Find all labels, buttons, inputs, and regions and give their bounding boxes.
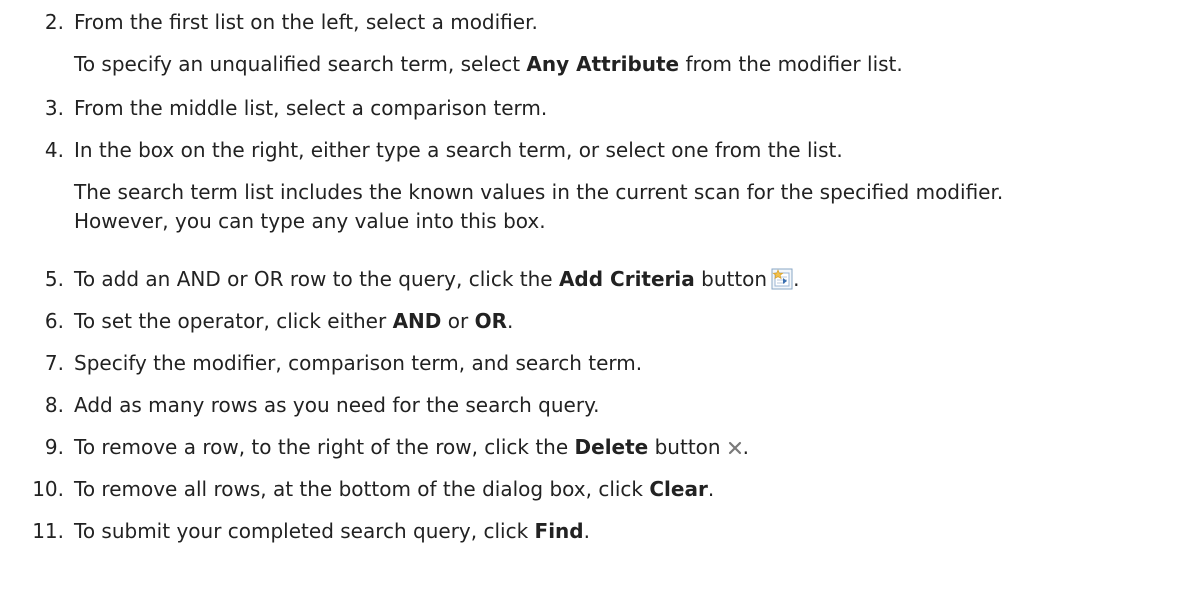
step-text: To add an AND or OR row to the query, cl… [74,265,799,293]
add-criteria-label: Add Criteria [558,267,695,291]
step-number: 3. [44,96,64,120]
step-text: To remove a row, to the right of the row… [74,433,749,461]
step-text-part: . [707,477,715,501]
step-2: 2. From the first list on the left, sele… [0,8,1196,36]
step-10: 10. To remove all rows, at the bottom of… [0,475,1196,503]
step-5: 5. To add an AND or OR row to the query,… [0,265,1196,293]
step-text: From the first list on the left, select … [74,10,538,34]
step-text-part: . [742,435,749,459]
step-text-part: button [648,435,721,459]
step-text-part: To add an AND or OR row to the query, cl… [74,267,559,291]
step-8: 8. Add as many rows as you need for the … [0,391,1196,419]
step-text: To submit your completed search query, c… [74,517,590,545]
step-text-part: button [694,267,768,291]
step-text-part: . [506,309,514,333]
or-label: OR [474,309,507,333]
note-text: from the modifier list. [679,52,903,76]
step-text: From the middle list, select a compariso… [74,96,548,120]
step-number: 2. [44,10,64,34]
step-text-part: . [793,267,800,291]
find-label: Find [534,519,584,543]
step-number: 8. [44,393,64,417]
step-7: 7. Specify the modifier, comparison term… [0,349,1196,377]
delete-x-icon [727,435,743,455]
delete-label: Delete [574,435,649,459]
and-label: AND [392,309,442,333]
step-number: 5. [44,267,64,291]
step-text: Add as many rows as you need for the sea… [74,393,600,417]
note-text: To specify an unqualified search term, s… [74,52,527,76]
step-number: 6. [44,309,64,333]
step-text-part: To remove a row, to the right of the row… [74,435,575,459]
step-text: In the box on the right, either type a s… [74,138,843,162]
step-number: 11. [32,519,64,543]
step-4-note-line-1: The search term list includes the known … [74,180,1004,204]
step-11: 11. To submit your completed search quer… [0,517,1196,545]
step-text-part: To set the operator, click either [74,309,393,333]
step-9: 9. To remove a row, to the right of the … [0,433,1196,461]
step-4-note-line-2: However, you can type any value into thi… [74,209,546,233]
step-text-part: To submit your completed search query, c… [74,519,535,543]
step-text: To remove all rows, at the bottom of the… [74,475,714,503]
step-text-part: or [441,309,475,333]
step-text: Specify the modifier, comparison term, a… [74,351,643,375]
step-text-part: . [583,519,590,543]
step-number: 10. [32,477,64,501]
step-3: 3. From the middle list, select a compar… [0,94,1196,122]
step-number: 7. [44,351,64,375]
step-number: 4. [44,138,64,162]
step-6: 6. To set the operator, click either AND… [0,307,1196,335]
step-4: 4. In the box on the right, either type … [0,136,1196,164]
step-number: 9. [44,435,64,459]
step-text: To set the operator, click either AND or… [74,307,513,335]
step-2-note: To specify an unqualified search term, s… [74,50,903,78]
step-text-part: To remove all rows, at the bottom of the… [74,477,650,501]
add-criteria-icon [771,268,793,290]
note-bold-any-attribute: Any Attribute [526,52,680,76]
clear-label: Clear [649,477,708,501]
